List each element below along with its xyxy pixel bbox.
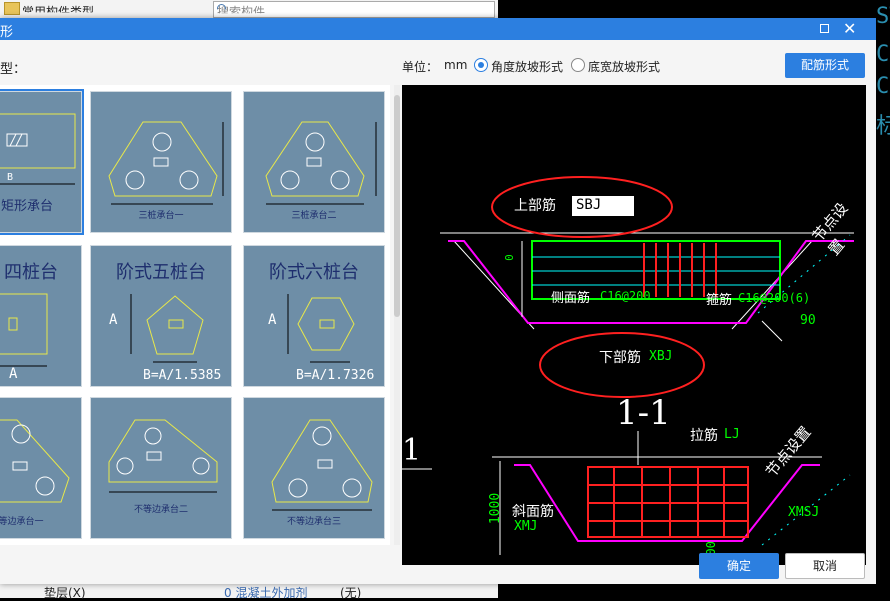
background-toolbar: 常用构件类型 搜索构件...	[0, 0, 498, 19]
tile-label: 三桩承台一	[138, 211, 184, 221]
tile-four-pile[interactable]: 四桩台 A	[0, 245, 82, 387]
cancel-button[interactable]: 取消	[785, 553, 865, 579]
tile-label: 不等边承台二	[133, 505, 188, 515]
cap-drawing	[108, 419, 218, 493]
tile-dim: B	[7, 172, 14, 183]
top-rebar-label[interactable]: 上部筋	[514, 195, 556, 215]
side-rebar-label[interactable]: 侧面筋	[551, 287, 590, 306]
tile-dim: A	[109, 312, 118, 328]
tie-label[interactable]: 拉筋	[690, 425, 718, 445]
folder-icon	[4, 2, 20, 15]
scrollbar-thumb[interactable]	[394, 95, 400, 317]
tile-equal-cap-1[interactable]: 等边承台一	[0, 397, 82, 539]
stirrup-code[interactable]: C16@200(6)	[738, 291, 810, 305]
rebar-form-button[interactable]: 配筋形式	[785, 53, 865, 78]
radio-angle-slope[interactable]	[474, 58, 488, 72]
radio-width-label[interactable]: 底宽放坡形式	[588, 58, 660, 75]
search-input[interactable]: 搜索构件...	[213, 1, 495, 18]
shape-dialog: 形 ✕ 型： 单位： mm 角度放坡形式 底宽放坡形式 配筋形式 B 矩形承台	[0, 18, 876, 584]
rebar-preview: 上部筋 SBJ 0 侧面筋 C16@200 箍筋 C16@200(6) 90 节…	[402, 85, 866, 565]
tile-label: 三桩承台二	[291, 211, 337, 221]
stirrup-label[interactable]: 箍筋	[706, 289, 732, 308]
height-dim: 1000	[488, 492, 504, 525]
tile-rect[interactable]: B 矩形承台	[0, 89, 84, 235]
cad-glyph: 标	[876, 114, 890, 139]
tile-three-pile-2[interactable]: 三桩承台二	[243, 91, 385, 233]
inclined-rebar-code[interactable]: XMJ	[514, 519, 537, 534]
dialog-title: 形	[0, 25, 14, 40]
hexagon-drawing	[287, 294, 355, 363]
maximize-icon[interactable]	[820, 24, 829, 33]
type-label: 型：	[0, 62, 27, 77]
radio-width-slope[interactable]	[571, 58, 585, 72]
inclined-rebar-label[interactable]: 斜面筋	[512, 501, 554, 521]
bottom-rebar-label[interactable]: 下部筋	[599, 347, 641, 367]
tile-dim: A	[268, 312, 277, 328]
unit-label: 单位：	[402, 60, 439, 74]
tile-dim: A	[9, 366, 18, 382]
layer-label[interactable]: 垫层(X)	[44, 584, 86, 601]
cad-glyph: ST	[876, 4, 890, 29]
tile-six-pile[interactable]: 阶式六桩台 A B=A/1.7326	[243, 245, 385, 387]
tile-label: 等边承台一	[0, 517, 44, 527]
unit-value: mm	[444, 58, 468, 72]
tile-label: 矩形承台	[1, 199, 54, 214]
angle-value: 90	[800, 313, 816, 328]
radio-angle-label[interactable]: 角度放坡形式	[491, 58, 563, 75]
dialog-titlebar[interactable]: 形 ✕	[0, 18, 876, 40]
section-title: 1-1	[616, 393, 671, 433]
zero-dim: 0	[502, 254, 516, 261]
admixture-value: (无)	[340, 586, 362, 600]
tile-formula: B=A/1.7326	[296, 368, 375, 383]
bottom-rebar-code[interactable]: XBJ	[649, 349, 672, 364]
tie-code[interactable]: LJ	[724, 427, 740, 442]
background-property-row: 垫层(X) 0 混凝土外加剂 (无)	[0, 583, 498, 601]
gallery-scrollbar[interactable]	[394, 85, 400, 545]
tile-label: 不等边承台三	[286, 517, 341, 527]
xmsj-code[interactable]: XMSJ	[788, 505, 819, 520]
tile-five-pile[interactable]: 阶式五桩台 A B=A/1.5385	[90, 245, 232, 387]
tile-formula: B=A/1.5385	[143, 368, 222, 383]
close-icon[interactable]: ✕	[843, 19, 856, 38]
tile-three-pile-1[interactable]: 三桩承台一	[90, 91, 232, 233]
cad-glyph: Ca	[876, 74, 890, 99]
cad-glyph: Ca	[876, 42, 890, 67]
side-rebar-code[interactable]: C16@200	[600, 289, 651, 303]
tile-unequal-cap-2[interactable]: 不等边承台二	[90, 397, 232, 539]
top-rebar-code[interactable]: SBJ	[576, 197, 601, 213]
ok-button[interactable]: 确定	[699, 553, 779, 579]
admixture-label[interactable]: 0 混凝土外加剂	[224, 584, 307, 601]
tile-unequal-cap-3[interactable]: 不等边承台三	[243, 397, 385, 539]
shape-gallery: B 矩形承台 三桩承台一 三桩承台二 四桩台 A 阶式五桩台 A B=A/1.5…	[0, 85, 390, 545]
section-marker: 1	[402, 433, 422, 468]
section-drawing	[402, 176, 854, 555]
